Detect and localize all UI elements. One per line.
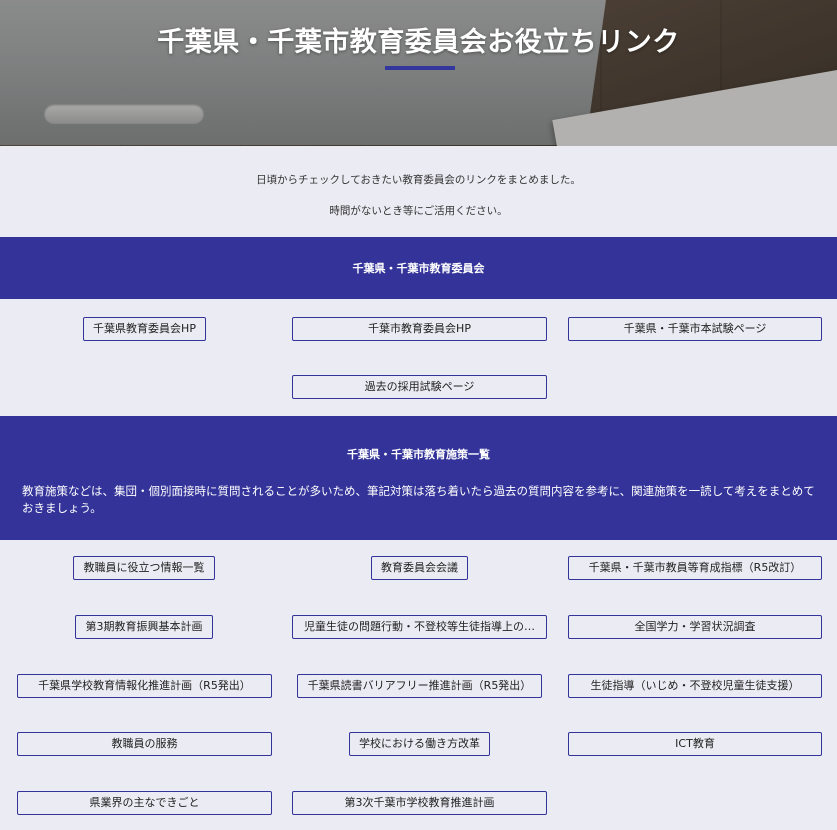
- link-past-exam-page[interactable]: 過去の採用試験ページ: [292, 375, 547, 399]
- title-underline: [385, 66, 455, 70]
- intro-line-1: 日頃からチェックしておきたい教育委員会のリンクをまとめました。: [256, 174, 581, 186]
- policy-links: 教職員に役立つ情報一覧 教育委員会会議 千葉県・千葉市教員等育成指標（R5改訂）…: [0, 540, 837, 830]
- page-title: 千葉県・千葉市教育委員会お役立ちリンク: [157, 27, 680, 58]
- link-ict-plan[interactable]: 千葉県学校教育情報化推進計画（R5発出）: [17, 674, 272, 698]
- link-reading-barrier-free[interactable]: 千葉県読書バリアフリー推進計画（R5発出）: [297, 674, 542, 698]
- link-exam-page[interactable]: 千葉県・千葉市本試験ページ: [568, 317, 822, 341]
- link-chiba-pref-board-hp[interactable]: 千葉県教育委員会HP: [83, 317, 206, 341]
- section-title-board: 千葉県・千葉市教育委員会: [352, 262, 485, 275]
- section-title-policies: 千葉県・千葉市教育施策一覧: [347, 448, 490, 461]
- section-header-policies: 千葉県・千葉市教育施策一覧 教育施策などは、集団・個別面接時に質問されることが多…: [0, 416, 837, 540]
- link-work-reform[interactable]: 学校における働き方改革: [349, 732, 490, 756]
- section-header-board: 千葉県・千葉市教育委員会: [0, 237, 837, 299]
- board-links: 千葉県教育委員会HP 千葉市教育委員会HP 千葉県・千葉市本試験ページ 過去の採…: [0, 299, 837, 416]
- section-description: 教育施策などは、集団・個別面接時に質問されることが多いため、筆記対策は落ち着いた…: [22, 484, 815, 515]
- link-student-guidance[interactable]: 生徒指導（いじめ・不登校児童生徒支援）: [568, 674, 822, 698]
- link-student-guidance-issues[interactable]: 児童生徒の問題行動・不登校等生徒指導上の…: [292, 615, 547, 639]
- intro-line-2: 時間がないとき等にご活用ください。: [329, 205, 508, 217]
- link-industry-events[interactable]: 県業界の主なできごと: [17, 791, 272, 815]
- hero-banner: 千葉県・千葉市教育委員会お役立ちリンク: [0, 0, 837, 146]
- link-national-assessment[interactable]: 全国学力・学習状況調査: [568, 615, 822, 639]
- link-chiba-city-plan-3[interactable]: 第3次千葉市学校教育推進計画: [292, 791, 547, 815]
- intro-text: 日頃からチェックしておきたい教育委員会のリンクをまとめました。 時間がないとき等…: [0, 146, 837, 237]
- link-staff-info[interactable]: 教職員に役立つ情報一覧: [73, 556, 215, 580]
- link-education-plan-3[interactable]: 第3期教育振興基本計画: [75, 615, 213, 639]
- link-chiba-city-board-hp[interactable]: 千葉市教育委員会HP: [292, 317, 547, 341]
- link-ict-education[interactable]: ICT教育: [568, 732, 822, 756]
- link-teacher-indicators[interactable]: 千葉県・千葉市教員等育成指標（R5改訂）: [568, 556, 822, 580]
- link-staff-duties[interactable]: 教職員の服務: [17, 732, 272, 756]
- link-board-meeting[interactable]: 教育委員会会議: [371, 556, 468, 580]
